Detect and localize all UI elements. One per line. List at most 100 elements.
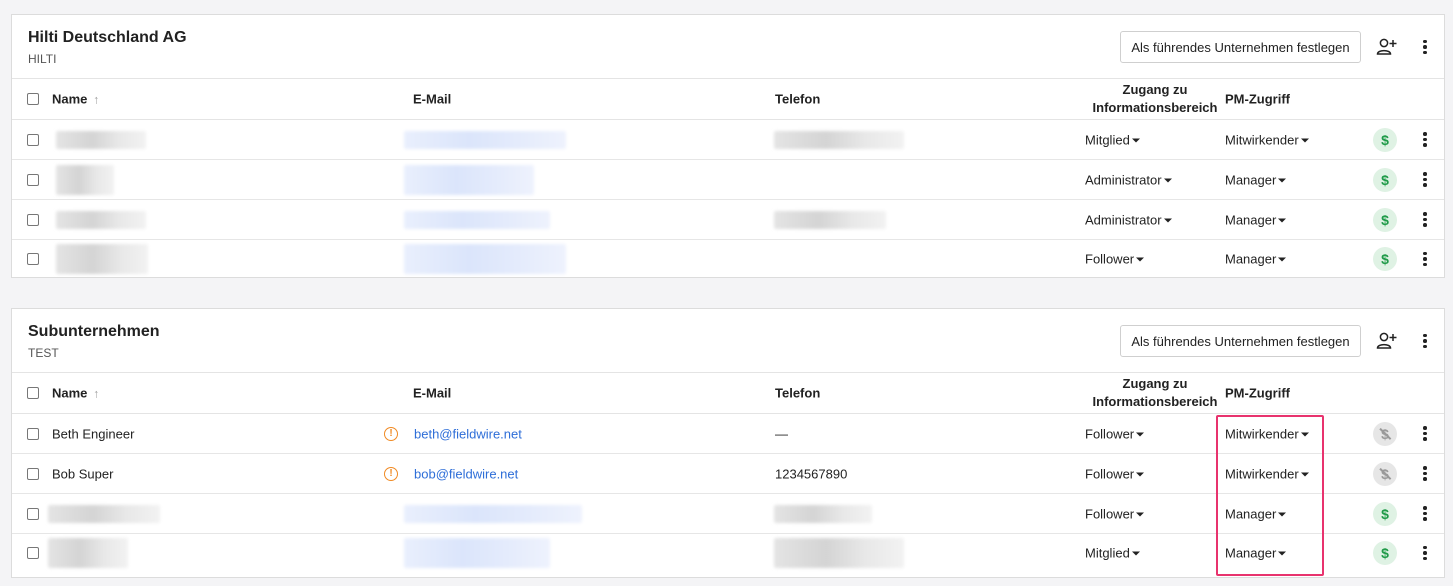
- table-header: Name ↑ E-Mail Telefon Zugang zu Informati…: [12, 373, 1444, 414]
- pm-access-dropdown[interactable]: Manager: [1225, 212, 1287, 227]
- row-checkbox[interactable]: [27, 467, 39, 480]
- row-checkbox[interactable]: [27, 427, 39, 440]
- zugang-value: Mitglied: [1085, 545, 1130, 561]
- arrow-up-icon: ↑: [93, 386, 100, 400]
- zugang-dropdown[interactable]: Follower: [1085, 251, 1145, 267]
- member-email-link[interactable]: beth@fieldwire.net: [414, 426, 522, 441]
- pm-access-value: Mitwirkender: [1225, 426, 1299, 441]
- row-more-icon[interactable]: [1416, 250, 1434, 268]
- zugang-dropdown[interactable]: Mitglied: [1085, 546, 1140, 561]
- pm-access-dropdown[interactable]: Mitwirkender: [1225, 426, 1309, 441]
- dollar-disabled-icon[interactable]: $: [1373, 461, 1397, 486]
- row-checkbox[interactable]: [27, 213, 39, 226]
- select-all-checkbox[interactable]: [27, 387, 39, 399]
- company-card-subunternehmen: Subunternehmen TEST Als führendes Untern…: [11, 308, 1445, 578]
- redacted-name: [48, 538, 128, 568]
- column-zugang: Zugang zu Informationsbereich: [1092, 376, 1218, 409]
- redacted-email: [404, 504, 582, 523]
- zugang-dropdown[interactable]: Follower: [1085, 466, 1145, 481]
- row-more-icon[interactable]: [1416, 211, 1434, 229]
- pm-access-value: Mitwirkender: [1225, 466, 1299, 481]
- row-checkbox[interactable]: [27, 173, 39, 186]
- warning-circle-icon[interactable]: !: [384, 426, 398, 441]
- company-name: Hilti Deutschland AG: [28, 29, 187, 46]
- caret-down-icon: [1131, 551, 1140, 556]
- row-more-icon[interactable]: [1416, 171, 1434, 189]
- column-name[interactable]: Name ↑: [52, 92, 99, 107]
- dollar-disabled-icon[interactable]: $: [1373, 421, 1397, 446]
- row-checkbox[interactable]: [27, 507, 39, 520]
- pm-access-dropdown[interactable]: Manager: [1225, 506, 1287, 521]
- redacted-email: [404, 130, 566, 149]
- pm-access-dropdown[interactable]: Manager: [1225, 251, 1287, 267]
- column-name[interactable]: Name ↑: [52, 386, 99, 401]
- row-more-icon[interactable]: [1416, 131, 1434, 149]
- dollar-icon[interactable]: $: [1373, 167, 1397, 192]
- member-name: Beth Engineer: [52, 426, 135, 441]
- row-more-icon[interactable]: [1416, 544, 1434, 562]
- dollar-icon[interactable]: $: [1373, 247, 1397, 271]
- pm-access-value: Manager: [1225, 212, 1277, 227]
- redacted-email: [404, 244, 566, 274]
- select-all-checkbox[interactable]: [27, 93, 39, 105]
- dollar-icon[interactable]: $: [1373, 207, 1397, 232]
- table-row: Follower Manager $: [12, 240, 1444, 278]
- table-row: Mitglied Mitwirkender $: [12, 120, 1444, 160]
- row-checkbox[interactable]: [27, 547, 39, 559]
- caret-down-icon: [1300, 432, 1309, 436]
- redacted-email: [404, 164, 534, 195]
- zugang-dropdown[interactable]: Mitglied: [1085, 132, 1140, 147]
- redacted-name: [56, 244, 148, 274]
- warning-circle-icon[interactable]: !: [384, 466, 398, 481]
- dollar-icon[interactable]: $: [1373, 127, 1397, 152]
- caret-down-icon: [1278, 218, 1287, 222]
- company-name: Subunternehmen: [28, 323, 160, 340]
- zugang-dropdown[interactable]: Administrator: [1085, 212, 1172, 227]
- column-email: E-Mail: [413, 91, 452, 107]
- company-code: HILTI: [28, 52, 57, 66]
- member-phone: 1234567890: [775, 466, 848, 481]
- pm-access-dropdown[interactable]: Mitwirkender: [1225, 132, 1309, 147]
- pm-access-value: Manager: [1225, 506, 1277, 521]
- pm-access-dropdown[interactable]: Manager: [1225, 546, 1287, 561]
- column-phone: Telefon: [775, 91, 821, 107]
- row-checkbox[interactable]: [27, 253, 39, 265]
- dollar-icon[interactable]: $: [1373, 501, 1397, 526]
- zugang-value: Follower: [1085, 251, 1135, 267]
- table-row: Bob Super ! bob@fieldwire.net 1234567890…: [12, 454, 1444, 494]
- table-header: Name ↑ E-Mail Telefon Zugang zu Informati…: [12, 79, 1444, 120]
- table-row: Administrator Manager $: [12, 200, 1444, 240]
- zugang-dropdown[interactable]: Administrator: [1085, 172, 1172, 187]
- caret-down-icon: [1136, 257, 1145, 262]
- company-more-icon[interactable]: [1416, 37, 1434, 57]
- column-email: E-Mail: [413, 385, 452, 401]
- set-lead-company-button[interactable]: Als führendes Unternehmen festlegen: [1120, 325, 1361, 357]
- caret-down-icon: [1163, 178, 1172, 182]
- pm-access-value: Mitwirkender: [1225, 132, 1299, 147]
- member-name: Bob Super: [52, 466, 114, 481]
- row-more-icon[interactable]: [1416, 505, 1434, 523]
- dollar-icon[interactable]: $: [1373, 541, 1397, 565]
- table-row: Follower Manager $: [12, 494, 1444, 534]
- zugang-dropdown[interactable]: Follower: [1085, 506, 1145, 521]
- company-more-icon[interactable]: [1416, 331, 1434, 351]
- company-card-hilti: Hilti Deutschland AG HILTI Als führendes…: [11, 14, 1445, 278]
- zugang-value: Follower: [1085, 466, 1135, 481]
- caret-down-icon: [1163, 218, 1172, 222]
- pm-access-dropdown[interactable]: Mitwirkender: [1225, 466, 1309, 481]
- row-more-icon[interactable]: [1416, 425, 1434, 443]
- member-email-link[interactable]: bob@fieldwire.net: [414, 466, 518, 481]
- pm-access-dropdown[interactable]: Manager: [1225, 172, 1287, 187]
- zugang-dropdown[interactable]: Follower: [1085, 426, 1145, 441]
- redacted-name: [48, 504, 160, 523]
- redacted-name: [56, 164, 114, 195]
- column-zugang: Zugang zu Informationsbereich: [1092, 82, 1218, 115]
- pm-access-value: Manager: [1225, 251, 1277, 267]
- add-user-icon[interactable]: [1376, 37, 1398, 57]
- pm-access-value: Manager: [1225, 172, 1277, 187]
- row-checkbox[interactable]: [27, 133, 39, 146]
- caret-down-icon: [1278, 512, 1287, 516]
- row-more-icon[interactable]: [1416, 465, 1434, 483]
- add-user-icon[interactable]: [1376, 331, 1398, 351]
- set-lead-company-button[interactable]: Als führendes Unternehmen festlegen: [1120, 31, 1361, 63]
